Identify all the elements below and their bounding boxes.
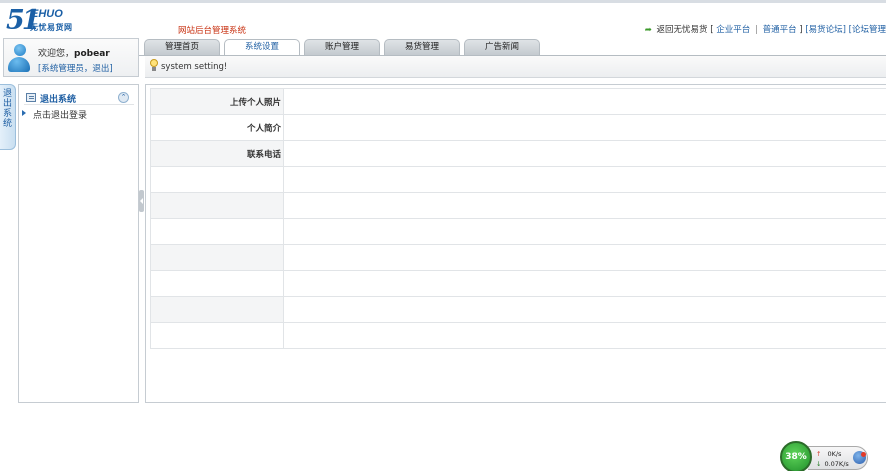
tab-home[interactable]: 管理首页 [144, 39, 220, 55]
tab-account-management[interactable]: 账户管理 [304, 39, 380, 55]
field-label [150, 192, 284, 219]
table-row: 联系电话 [150, 140, 886, 167]
download-speed: ↓ 0.07K/s [816, 460, 849, 468]
sidebar-heading[interactable]: 退出系统 ⌃ [24, 91, 134, 105]
welcome-text: 欢迎您，pobear [38, 46, 110, 59]
table-row [150, 218, 886, 245]
link-separator: | [755, 25, 758, 35]
globe-icon [853, 451, 866, 464]
field-value[interactable] [283, 140, 886, 167]
role-logout-link[interactable]: [系统管理员，退出] [38, 62, 113, 74]
table-row [150, 192, 886, 219]
field-label [150, 166, 284, 193]
setting-strip-label: system setting! [161, 62, 228, 72]
field-value [283, 192, 886, 219]
sidebar-heading-label: 退出系统 [40, 95, 77, 105]
link-bracket-close: ] [799, 25, 803, 35]
field-label [150, 270, 284, 297]
tab-system-settings[interactable]: 系统设置 [224, 39, 300, 56]
setting-strip: system setting! [145, 56, 886, 78]
field-label: 联系电话 [150, 140, 284, 167]
panel-splitter-handle[interactable] [139, 190, 144, 212]
back-link[interactable]: 返回无忧易货 [657, 25, 708, 35]
welcome-greeting: 欢迎您， [38, 49, 75, 59]
settings-form-table: 上传个人照片 个人简介 联系电话 [150, 88, 886, 349]
network-usage-percent: 38% [780, 441, 812, 471]
table-row [150, 270, 886, 297]
field-value[interactable] [283, 88, 886, 115]
arrow-right-icon [22, 110, 26, 116]
field-label: 个人简介 [150, 114, 284, 141]
link-bracket-open: [ [710, 25, 714, 35]
sidebar-item-logout[interactable]: 点击退出登录 [22, 108, 132, 121]
field-value [283, 244, 886, 271]
arrow-down-icon: ↓ [816, 460, 822, 468]
download-speed-value: 0.07K/s [824, 460, 849, 468]
common-platform-link[interactable]: 普通平台 [763, 25, 797, 35]
arrow-up-icon: ↑ [816, 450, 822, 458]
vertical-tab-label: 退出系统 [2, 89, 12, 129]
field-label [150, 322, 284, 349]
field-value [283, 166, 886, 193]
lightbulb-icon [150, 59, 158, 71]
field-value[interactable] [283, 114, 886, 141]
field-value [283, 218, 886, 245]
top-border [0, 0, 886, 3]
sidebar: 退出系统 ⌃ 点击退出登录 [18, 84, 139, 403]
table-row [150, 244, 886, 271]
tab-barter-management[interactable]: 易货管理 [384, 39, 460, 55]
logo-letters: EHUO [31, 8, 63, 20]
enterprise-platform-link[interactable]: 企业平台 [716, 25, 750, 35]
table-row [150, 166, 886, 193]
upload-speed: ↑ 0K/s [816, 450, 841, 458]
main-content: 上传个人照片 个人简介 联系电话 [145, 84, 886, 403]
list-icon [26, 93, 36, 102]
site-logo[interactable]: 51 EHUO 无忧易货网 [6, 6, 116, 36]
tab-ad-news[interactable]: 广告新闻 [464, 39, 540, 55]
sidebar-item-label: 点击退出登录 [33, 111, 88, 121]
network-speed-widget[interactable]: ↑ 0K/s ↓ 0.07K/s 38% [778, 441, 870, 471]
upload-speed-value: 0K/s [827, 450, 842, 458]
table-row [150, 296, 886, 323]
double-chevron-up-icon[interactable]: ⌃ [118, 92, 129, 103]
field-value [283, 270, 886, 297]
username: pobear [74, 49, 110, 59]
top-links: ➦ 返回无忧易货 [ 企业平台 | 普通平台 ] [易货论坛] [论坛管理 [645, 23, 886, 35]
vertical-tab-logout[interactable]: 退出系统 [0, 84, 16, 150]
network-speed-box: ↑ 0K/s ↓ 0.07K/s [808, 446, 868, 470]
user-panel: 欢迎您，pobear [系统管理员，退出] [3, 38, 139, 77]
barter-forum-link[interactable]: [易货论坛] [805, 25, 846, 35]
field-label [150, 296, 284, 323]
user-avatar-icon [6, 42, 32, 74]
table-row: 上传个人照片 [150, 88, 886, 115]
table-row: 个人简介 [150, 114, 886, 141]
logo-subtitle: 无忧易货网 [30, 23, 73, 32]
table-row [150, 322, 886, 349]
field-label [150, 244, 284, 271]
site-title: 网站后台管理系统 [178, 26, 247, 36]
return-arrow-icon: ➦ [644, 25, 652, 35]
field-value [283, 322, 886, 349]
forum-admin-link[interactable]: [论坛管理 [849, 25, 886, 35]
field-label [150, 218, 284, 245]
field-label: 上传个人照片 [150, 88, 284, 115]
field-value [283, 296, 886, 323]
